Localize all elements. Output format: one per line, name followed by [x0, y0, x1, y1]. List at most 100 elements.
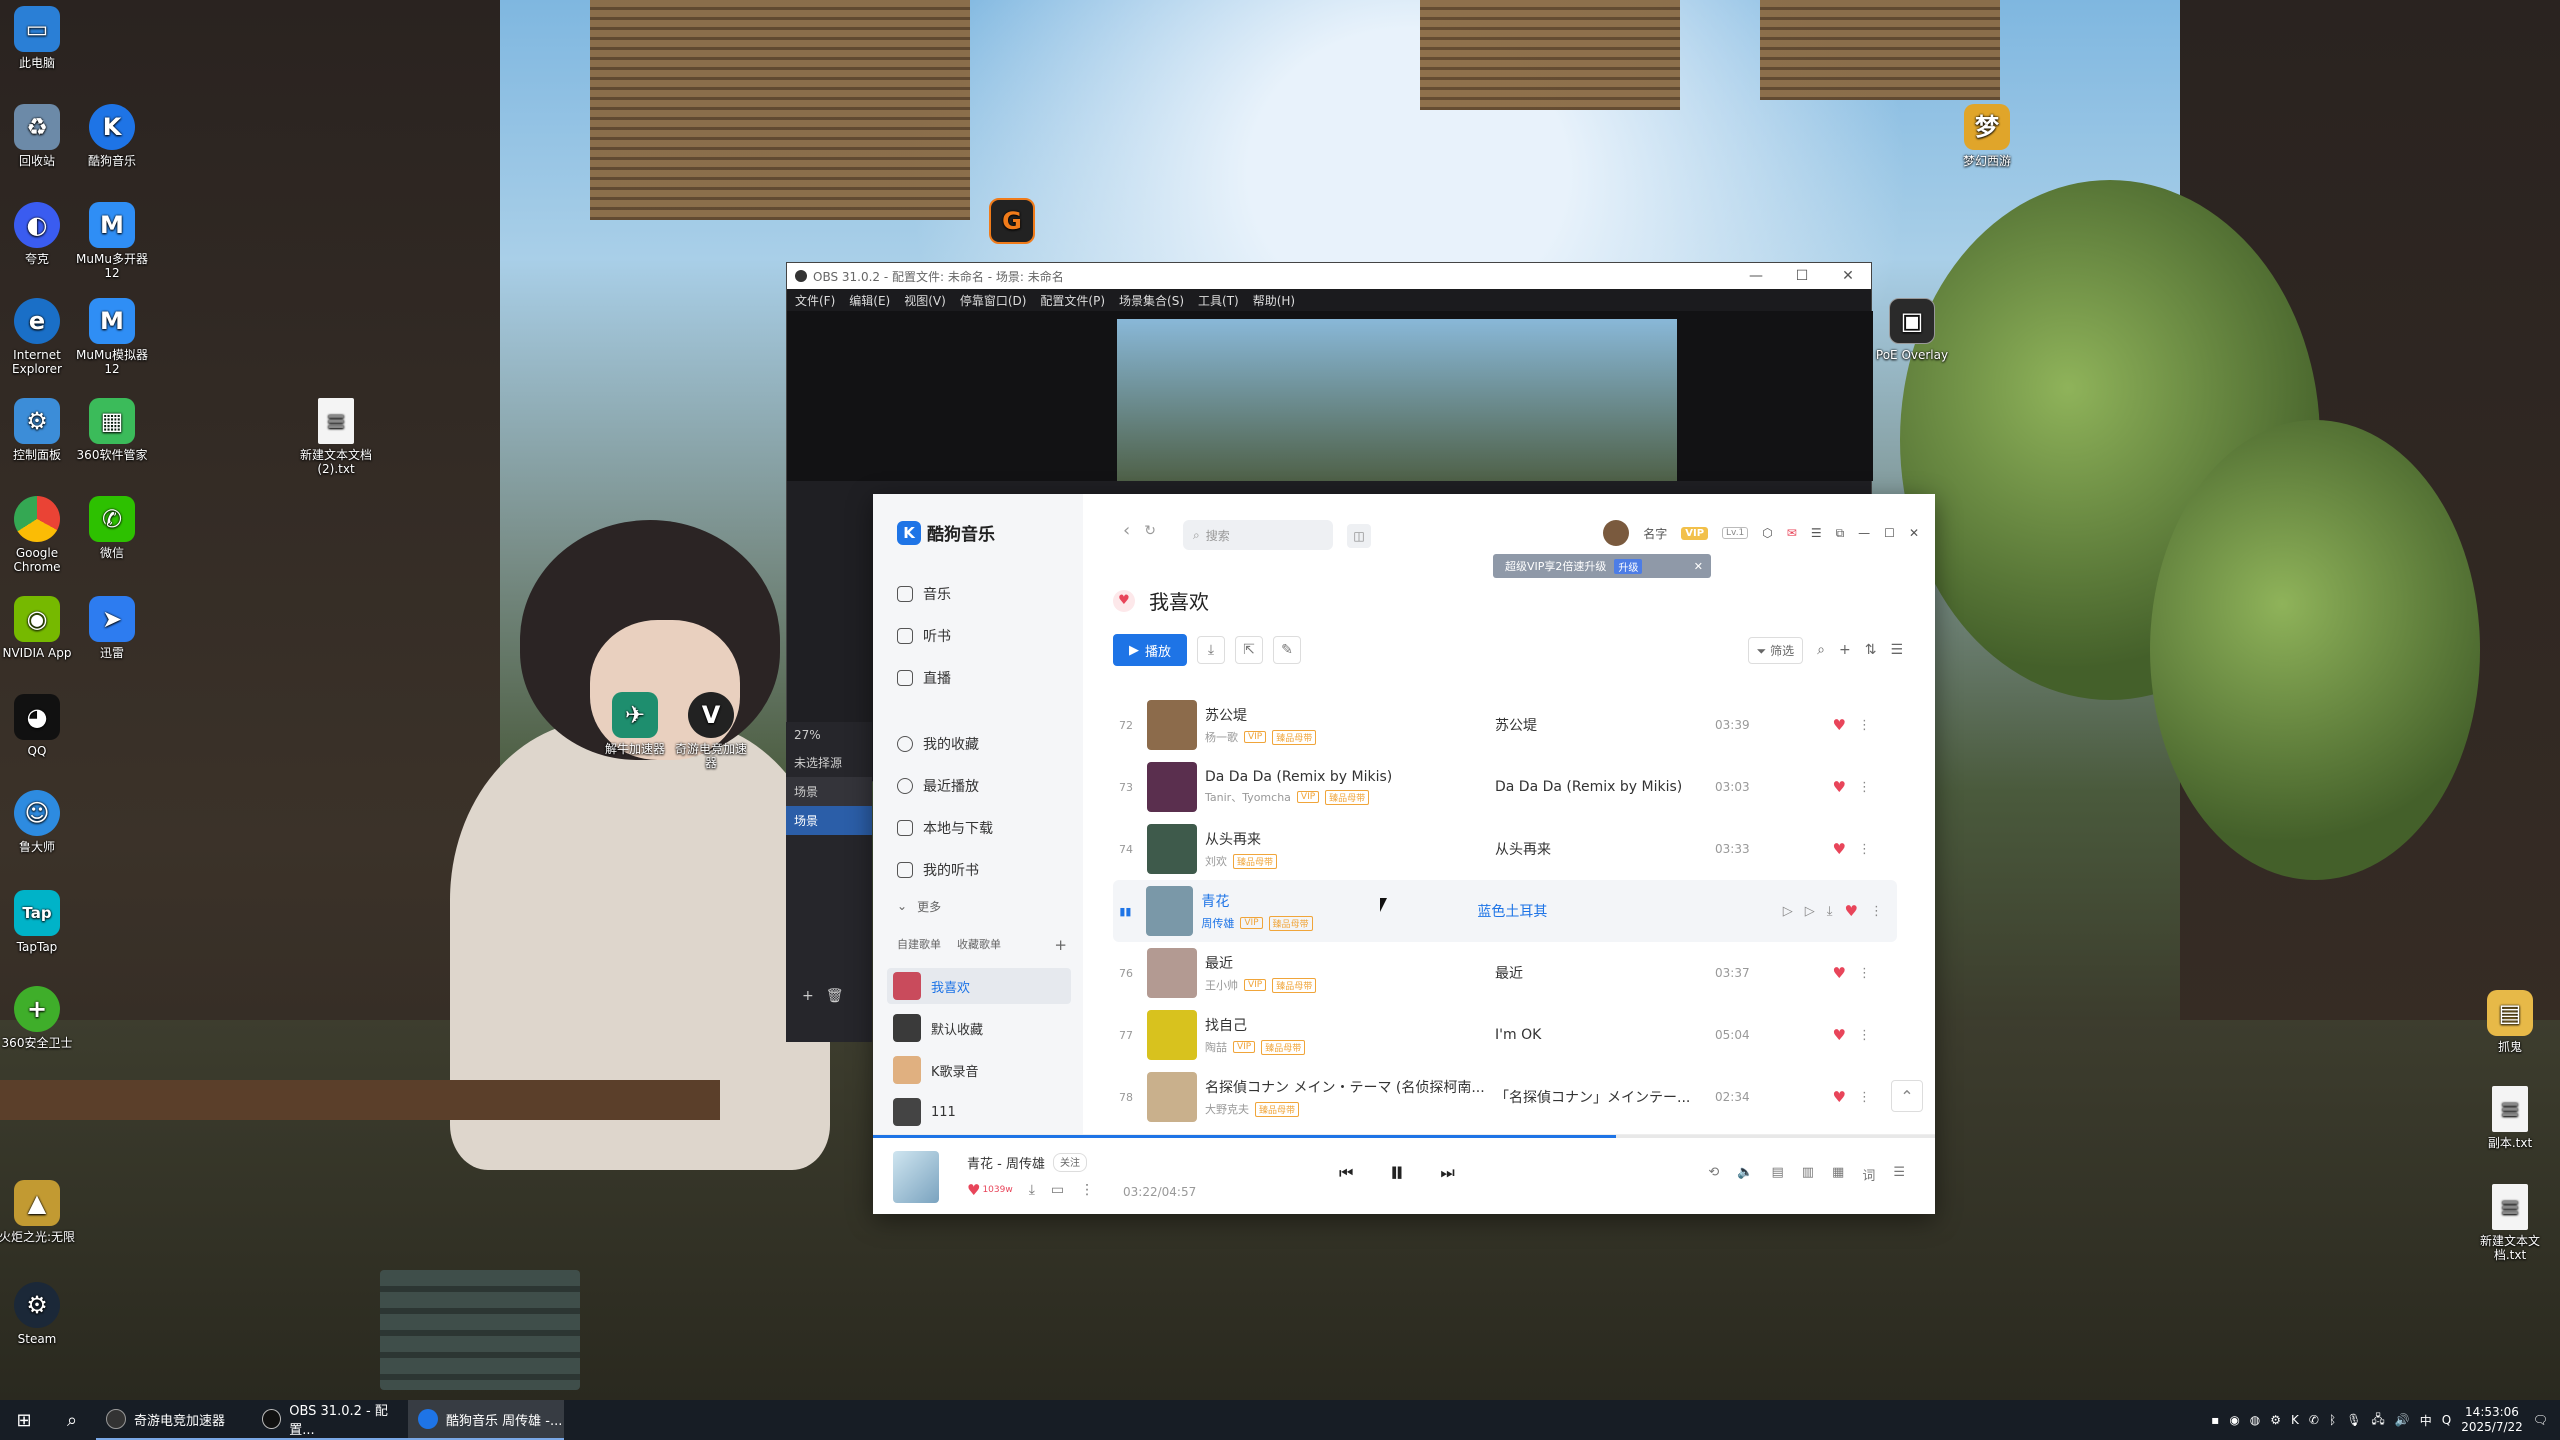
close-icon[interactable]: ✕ [1909, 526, 1919, 540]
song-album[interactable]: 从头再来 [1495, 839, 1715, 859]
song-row[interactable]: 73 Da Da Da (Remix by Mikis) Tanir、Tyomch… [1113, 756, 1897, 818]
playlist-item-karaoke[interactable]: K歌录音 [887, 1052, 1071, 1088]
more-icon[interactable]: ⋮ [1870, 904, 1883, 919]
desktop-icon-kugou[interactable]: K 酷狗音乐 [72, 104, 152, 168]
obs-preview-canvas[interactable] [787, 311, 1873, 481]
menu-help[interactable]: 帮助(H) [1253, 292, 1295, 309]
desktop-icon-wechat[interactable]: ✆ 微信 [72, 496, 152, 560]
add-icon[interactable]: + [1839, 642, 1851, 658]
follow-button[interactable]: 关注 [1052, 1153, 1087, 1172]
menu-icon[interactable]: ☰ [1811, 526, 1822, 540]
list-icon[interactable]: ☰ [1890, 642, 1903, 658]
vip-upgrade-tip[interactable]: 超级VIP享2倍速升级 升级 ✕ [1493, 554, 1711, 578]
desktop-icon-qq[interactable]: ◕ QQ [0, 694, 77, 758]
song-row[interactable]: 72 苏公堤 杨一歌 VIP 臻品母带 苏公堤 03:39 ♥ ⋮ [1113, 694, 1897, 756]
edit-button[interactable]: ✎ [1273, 636, 1302, 664]
heart-icon[interactable]: ♥ [1833, 840, 1846, 858]
song-artist[interactable]: 大野克夫 [1205, 1101, 1249, 1117]
nav-favorites[interactable]: 我的收藏 [897, 732, 979, 756]
download-icon[interactable]: ⤓ [1827, 904, 1833, 919]
minimize-icon[interactable]: — [1733, 268, 1779, 284]
menu-edit[interactable]: 编辑(E) [849, 292, 890, 309]
message-icon[interactable]: ✉ [1787, 526, 1797, 540]
menu-scene-collection[interactable]: 场景集合(S) [1119, 292, 1184, 309]
nvidia-tray-icon[interactable]: ▪ [2211, 1413, 2219, 1427]
song-album[interactable]: 苏公堤 [1495, 715, 1715, 735]
song-title[interactable]: 找自己 [1205, 1015, 1495, 1035]
song-title[interactable]: 青花 [1201, 891, 1477, 911]
desktop-icon-torchlight[interactable]: ▲ 火炬之光:无限 [0, 1180, 77, 1244]
song-artist[interactable]: 王小帅 [1205, 977, 1238, 993]
desktop-icon-menghuan[interactable]: 梦梦幻西游 [1947, 104, 2027, 168]
song-artist[interactable]: 杨一歌 [1205, 729, 1238, 745]
song-title[interactable]: 从头再来 [1205, 829, 1495, 849]
nav-audiobook[interactable]: 听书 [897, 624, 951, 648]
add-playlist-icon[interactable]: + [1054, 936, 1067, 954]
input-method-icon[interactable]: Q [2442, 1413, 2451, 1427]
menu-tools[interactable]: 工具(T) [1198, 292, 1239, 309]
quality-icon[interactable]: ▥ [1802, 1165, 1814, 1184]
desktop-icon-mumu[interactable]: M MuMu模拟器12 [72, 298, 152, 376]
add-icon[interactable]: + [802, 988, 814, 1004]
mini-mode-icon[interactable]: ⧉ [1836, 526, 1845, 541]
heart-icon[interactable]: ♥ [1833, 778, 1846, 796]
song-title[interactable]: 名探偵コナン メイン・テーマ (名侦探柯南... [1205, 1077, 1495, 1097]
menu-profile[interactable]: 配置文件(P) [1040, 292, 1105, 309]
desktop-icon-taptap[interactable]: Tap TapTap [0, 890, 77, 954]
user-name[interactable]: 名字 [1643, 525, 1667, 542]
song-album[interactable]: 最近 [1495, 963, 1715, 983]
maximize-icon[interactable]: ☐ [1884, 526, 1895, 540]
now-playing-cover[interactable] [893, 1151, 939, 1203]
more-icon[interactable]: ⋮ [1858, 966, 1871, 981]
heart-icon[interactable]: ♥ [1833, 1026, 1846, 1044]
notification-icon[interactable]: 🗨 [2533, 1413, 2548, 1427]
minimize-icon[interactable]: — [1858, 526, 1870, 540]
heart-icon[interactable]: ♥ [1833, 1088, 1846, 1106]
previous-icon[interactable]: ⏮ [1339, 1163, 1353, 1183]
desktop-icon-text-file-2[interactable]: ≡ 新建文本文档 (2).txt [296, 398, 376, 476]
playlist-item-favorites[interactable]: 我喜欢 [887, 968, 1071, 1004]
tab-collected-playlists[interactable]: 收藏歌单 [957, 936, 1001, 954]
share-button[interactable]: ⇱ [1235, 636, 1264, 664]
scroll-to-top-button[interactable]: ⌃ [1891, 1080, 1923, 1112]
trash-icon[interactable]: 🗑 [826, 988, 844, 1004]
comment-icon[interactable]: ▭ [1051, 1182, 1064, 1198]
song-row[interactable]: 74 从头再来 刘欢 臻品母带 从头再来 03:33 ♥ ⋮ [1113, 818, 1897, 880]
search-input[interactable]: ⌕ 搜索 [1183, 520, 1333, 550]
desktop-icon-jieniu[interactable]: ✈ 解牛加速器 [595, 692, 675, 756]
progress-bar[interactable] [873, 1135, 1935, 1138]
playlist-item-111[interactable]: 111 [887, 1094, 1071, 1130]
clock[interactable]: 14:53:06 2025/7/22 [2461, 1405, 2523, 1435]
desktop-icon-quark[interactable]: ◐ 夸克 [0, 202, 77, 266]
volume-icon[interactable]: 🔈 [1737, 1165, 1753, 1184]
song-row[interactable]: 77 找自己 陶喆 VIP 臻品母带 I'm OK 05:04 ♥ ⋮ [1113, 1004, 1897, 1066]
pause-icon[interactable]: ⏸ [1389, 1155, 1404, 1190]
steam-tray-icon[interactable]: ⚙ [2270, 1413, 2281, 1427]
back-arrow-icon[interactable]: ‹ [1123, 520, 1130, 541]
more-icon[interactable]: ⋮ [1858, 842, 1871, 857]
nav-more[interactable]: ⌄ 更多 [897, 894, 941, 918]
song-row[interactable]: 76 最近 王小帅 VIP 臻品母带 最近 03:37 ♥ ⋮ [1113, 942, 1897, 1004]
taskbar-item-kugou[interactable]: 酷狗音乐 周传雄 -... [408, 1400, 564, 1440]
more-icon[interactable]: ⋮ [1858, 1028, 1871, 1043]
menu-file[interactable]: 文件(F) [795, 292, 835, 309]
desktop-icon-chrome[interactable]: Google Chrome [0, 496, 77, 574]
maximize-icon[interactable]: ☐ [1779, 268, 1825, 284]
nav-recent[interactable]: 最近播放 [897, 774, 979, 798]
nav-local-downloads[interactable]: 本地与下载 [897, 816, 993, 840]
next-icon[interactable]: ⏭ [1440, 1163, 1454, 1183]
filter-button[interactable]: ⏷ 筛选 [1747, 636, 1804, 664]
desktop-icon-nvidia[interactable]: ◉ NVIDIA App [0, 596, 77, 660]
microphone-icon[interactable]: 🎙 [2346, 1413, 2361, 1427]
heart-icon[interactable]: ♥ [967, 1181, 980, 1199]
desktop-icon-360-manager[interactable]: ▦ 360软件管家 [72, 398, 152, 462]
more-icon[interactable]: ⋮ [1080, 1182, 1094, 1198]
volume-icon[interactable]: 🔊 [2395, 1413, 2410, 1427]
bluetooth-icon[interactable]: ᛒ [2329, 1413, 2336, 1427]
close-icon[interactable]: ✕ [1694, 560, 1703, 573]
search-icon[interactable]: ⌕ [48, 1400, 96, 1440]
now-playing-title[interactable]: 青花 - 周传雄 [967, 1153, 1045, 1172]
upgrade-button[interactable]: 升级 [1614, 558, 1643, 574]
shirt-icon[interactable]: ⬡ [1762, 526, 1772, 540]
ime-indicator[interactable]: 中 [2420, 1412, 2432, 1429]
